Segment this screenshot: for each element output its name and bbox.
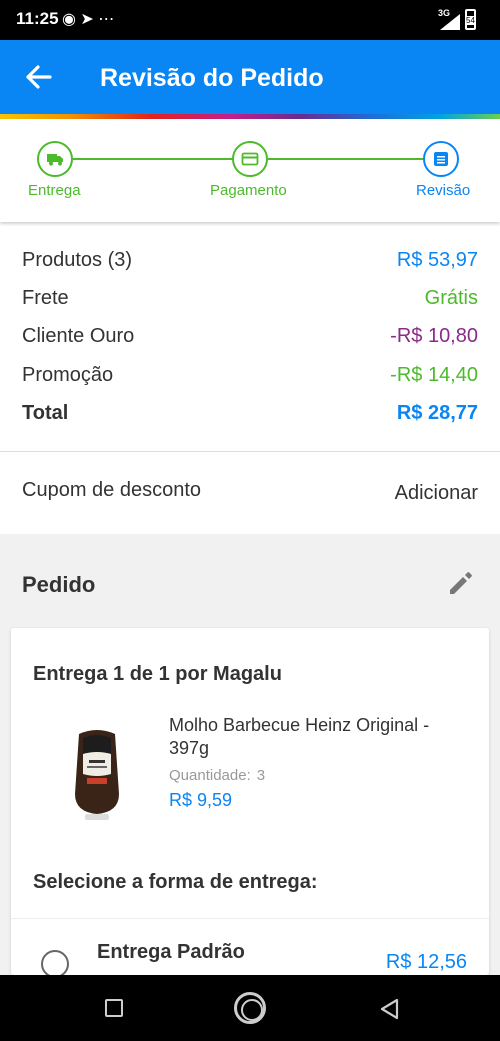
truck-icon xyxy=(47,154,63,166)
status-bar: 11:25 ◉ ➤ ⋯ 3G 54 xyxy=(0,0,500,40)
recents-square-icon[interactable] xyxy=(105,999,123,1017)
total-label: Total xyxy=(22,402,69,424)
telegram-icon: ➤ xyxy=(80,11,94,28)
product-name[interactable]: Molho Barbecue Heinz Original - 397g xyxy=(169,714,469,760)
product-quantity: Quantidade: 3 xyxy=(169,767,265,784)
summary-row-cliente-ouro: Cliente Ouro -R$ 10,80 xyxy=(22,325,478,351)
signal-icon xyxy=(440,14,460,30)
page-title: Revisão do Pedido xyxy=(100,64,324,92)
step-connector xyxy=(268,158,423,160)
more-icon: ⋯ xyxy=(98,11,115,28)
summary-row-total: Total R$ 28,77 xyxy=(22,402,478,428)
summary-row-promocao: Promoção -R$ 14,40 xyxy=(22,364,478,390)
order-title: Pedido xyxy=(22,572,96,597)
step-pagamento[interactable] xyxy=(232,141,268,177)
summary-row-frete: Frete Grátis xyxy=(22,287,478,313)
quantity-label: Quantidade: xyxy=(169,767,251,784)
delivery-option-radio[interactable] xyxy=(41,950,69,978)
select-delivery-label: Selecione a forma de entrega: xyxy=(33,871,318,893)
summary-value: R$ 53,97 xyxy=(396,249,478,271)
step-label-revisao: Revisão xyxy=(416,182,471,199)
step-revisao[interactable] xyxy=(423,141,459,177)
delivery-option-price: R$ 12,56 xyxy=(385,951,467,973)
step-connector xyxy=(73,158,233,160)
arrow-left-icon[interactable] xyxy=(24,60,54,94)
summary-value: -R$ 14,40 xyxy=(390,364,478,386)
delivery-card: Entrega 1 de 1 por Magalu Molho Barbecue… xyxy=(11,628,489,978)
pencil-icon[interactable] xyxy=(446,568,476,598)
step-entrega[interactable] xyxy=(37,141,73,177)
summary-value: -R$ 10,80 xyxy=(390,325,478,347)
status-time: 11:25 xyxy=(16,9,59,28)
facebook-icon: ◉ xyxy=(62,11,76,28)
back-triangle-icon[interactable] xyxy=(378,997,400,1021)
summary-label: Produtos (3) xyxy=(22,249,133,271)
summary-row-produtos: Produtos (3) R$ 53,97 xyxy=(22,249,478,275)
step-label-entrega: Entrega xyxy=(28,182,81,199)
credit-card-icon xyxy=(241,152,259,166)
checkout-stepper: Entrega Pagamento Revisão xyxy=(0,119,500,222)
summary-label: Promoção xyxy=(22,364,114,386)
divider xyxy=(0,451,500,452)
delivery-heading: Entrega 1 de 1 por Magalu xyxy=(33,663,282,685)
list-icon xyxy=(434,152,448,166)
delivery-option-label[interactable]: Entrega Padrão xyxy=(97,941,245,964)
system-nav-bar xyxy=(0,975,500,1041)
summary-label: Cliente Ouro xyxy=(22,325,135,347)
battery-level: 54 xyxy=(465,16,476,25)
summary-label: Frete xyxy=(22,287,69,309)
home-circle-icon[interactable] xyxy=(234,992,266,1024)
step-label-pagamento: Pagamento xyxy=(210,182,287,199)
product-image[interactable] xyxy=(67,724,127,822)
total-value: R$ 28,77 xyxy=(396,402,478,424)
divider xyxy=(11,918,489,919)
quantity-value: 3 xyxy=(256,767,266,784)
summary-value: Grátis xyxy=(424,287,478,309)
coupon-label: Cupom de desconto xyxy=(22,479,202,501)
notification-icons: ◉ ➤ ⋯ xyxy=(62,9,114,29)
add-coupon-button[interactable]: Adicionar xyxy=(395,482,478,505)
app-bar: Revisão do Pedido xyxy=(0,40,500,114)
product-price: R$ 9,59 xyxy=(169,790,233,810)
